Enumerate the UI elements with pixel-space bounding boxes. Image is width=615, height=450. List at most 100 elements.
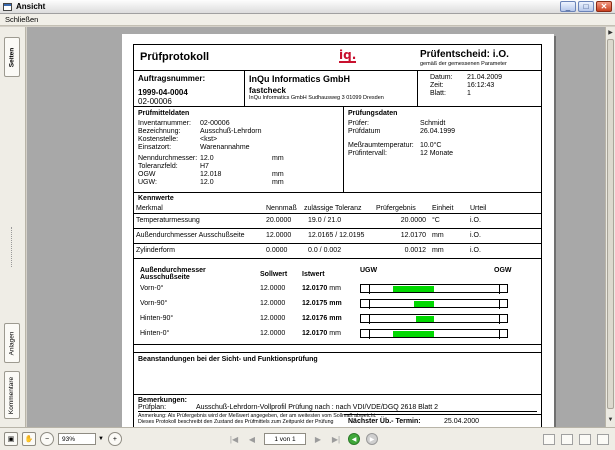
gauge-unit <box>272 163 302 171</box>
scroll-up-icon[interactable]: ▶ <box>606 29 615 38</box>
bar-tick <box>369 329 370 339</box>
remarks-section: Bemerkungen: Prüfplan: Ausschuß-Lehrdorn… <box>134 395 541 413</box>
table-cell: 12.0165 / 12.0195 <box>302 227 374 243</box>
table-row: Hinten-90° 12.0000 12.0176 mm <box>138 311 518 326</box>
next-page-icon[interactable]: ▶ <box>312 435 324 444</box>
last-page-icon[interactable]: ▶| <box>330 435 342 444</box>
status-bar: ▣ ✋ − 93% ▼ + |◀ ◀ 1 von 1 ▶ ▶| ◀ ▶ <box>0 427 615 450</box>
maximize-button[interactable]: □ <box>578 1 594 12</box>
gauge-key: Toleranzfeld: <box>138 163 178 170</box>
close-window-button[interactable]: ✕ <box>596 1 612 12</box>
actual-value: 12.0176 mm <box>302 315 342 322</box>
actual-value: 12.0170 <box>302 330 328 337</box>
tab-attachments[interactable]: Anlagen <box>4 323 20 363</box>
table-cell: 20.0000 <box>264 212 302 228</box>
side-panel: Seiten Anlagen Kommentare <box>0 27 26 427</box>
gauge-key: Nenndurchmesser: <box>138 155 198 162</box>
verdict-note: gemäß der gemessenen Parameter <box>420 61 507 67</box>
window-icon <box>3 2 12 11</box>
column-header: Merkmal <box>136 204 163 212</box>
meta-key: Datum: <box>430 74 453 81</box>
order-sub: 02-00006 <box>138 97 172 106</box>
table-cell: Hinten-0° <box>140 330 170 337</box>
actual-unit: mm <box>329 330 341 337</box>
characteristics-title: Kennwerte <box>138 195 174 202</box>
table-cell: 12.0170 mm <box>300 326 358 341</box>
bar-tick <box>369 314 370 324</box>
table-cell: 12.0170 mm <box>300 281 358 296</box>
tab-comments[interactable]: Kommentare <box>4 371 20 419</box>
order-number: 1999-04-0004 <box>138 88 188 97</box>
table-row: Vorn-0° 12.0000 12.0170 mm <box>138 281 518 296</box>
column-header: Einheit <box>432 204 454 212</box>
window-title: Ansicht <box>16 2 46 11</box>
company-logo: iq. <box>339 48 357 63</box>
test-plan-value: Ausschuß-Lehrdorn-Vollprofil Prüfung nac… <box>196 404 439 411</box>
gauge-unit <box>272 136 302 144</box>
minimize-button[interactable]: _ <box>560 1 576 12</box>
test-plan-row: Prüfplan: Ausschuß-Lehrdorn-Vollprofil P… <box>138 404 537 412</box>
test-plan-label: Prüfplan: <box>138 404 167 411</box>
test-data-title: Prüfungsdaten <box>348 110 398 117</box>
zoom-in-icon[interactable]: + <box>107 432 122 446</box>
vertical-scrollbar[interactable]: ▶ ▼ <box>605 27 615 427</box>
gauge-key: OGW <box>138 171 156 178</box>
table-cell: 0.0000 <box>264 242 302 258</box>
tolerance-bar <box>360 314 508 324</box>
panel-resize-grip[interactable] <box>11 227 14 267</box>
test-key: Prüfdatum <box>348 128 381 135</box>
gauge-value: 12.018 <box>200 171 222 178</box>
bar-tick <box>499 284 500 294</box>
gauge-unit: mm <box>272 155 284 162</box>
gauge-data-title: Prüfmitteldaten <box>138 110 190 117</box>
go-back-icon[interactable]: ◀ <box>348 433 360 445</box>
page-input[interactable]: 1 von 1 <box>264 433 306 445</box>
menu-item-close[interactable]: Schließen <box>5 15 38 24</box>
single-page-icon[interactable] <box>543 433 555 445</box>
view-mode-icons <box>543 433 609 445</box>
bar-tick <box>499 329 500 339</box>
hand-tool-icon[interactable]: ✋ <box>22 432 36 446</box>
table-header-row: Außendurchmesser Ausschußseite Sollwert … <box>138 267 518 281</box>
first-page-icon[interactable]: |◀ <box>228 435 240 444</box>
zoom-out-icon[interactable]: − <box>40 432 54 446</box>
bar-header: UGW OGW <box>358 267 518 281</box>
test-key: Meßraumtemperatur: <box>348 142 414 149</box>
bar-fill <box>413 301 434 307</box>
previous-page-icon[interactable]: ◀ <box>246 435 258 444</box>
table-row: Zylinderform 0.0000 0.0 / 0.002 0.0012 m… <box>134 242 541 258</box>
table-cell: i.O. <box>468 212 541 228</box>
table-row: Außendurchmesser Ausschußseite 12.0000 1… <box>134 227 541 243</box>
continuous-page-icon[interactable] <box>561 433 573 445</box>
toggle-panel-icon[interactable]: ▣ <box>4 432 18 446</box>
table-cell: Temperaturmessung <box>134 212 264 228</box>
page-navigation: |◀ ◀ 1 von 1 ▶ ▶| ◀ ▶ <box>228 433 378 445</box>
meta-value: 16:12:43 <box>467 82 495 89</box>
zoom-dropdown-icon[interactable]: ▼ <box>98 436 104 442</box>
gauge-value: 12.0 <box>200 179 214 186</box>
gauge-value: H7 <box>200 163 209 170</box>
column-header: zulässige Toleranz <box>304 204 362 212</box>
meta-cell: Datum: 21.04.2009 Zeit: 16:12:43 Blatt: 1 <box>418 71 541 106</box>
bar-tick <box>369 284 370 294</box>
table-cell: °C <box>430 212 468 228</box>
actual-value: 12.0170 <box>302 285 328 292</box>
zoom-input[interactable]: 93% <box>58 433 96 445</box>
column-header: Nennmaß <box>266 204 297 212</box>
table-row: Vorn-90° 12.0000 12.0175 mm <box>138 296 518 311</box>
gauge-key: Kostenstelle: <box>138 136 179 143</box>
continuous-facing-icon[interactable] <box>597 433 609 445</box>
scroll-down-icon[interactable]: ▼ <box>606 416 615 425</box>
gauge-unit: mm <box>272 179 284 186</box>
document-viewport: Prüfprotokoll iq. Prüfentscheid: i.O. ge… <box>27 27 605 427</box>
table-cell: 19.0 / 21.0 <box>302 212 374 228</box>
go-forward-icon[interactable]: ▶ <box>366 433 378 445</box>
facing-pages-icon[interactable] <box>579 433 591 445</box>
details-row: Prüfmitteldaten Inventarnummer: 02-00006 … <box>134 107 541 425</box>
lower-limit-label: UGW <box>360 267 378 274</box>
tab-pages[interactable]: Seiten <box>4 37 20 77</box>
upper-limit-label: OGW <box>494 267 512 274</box>
scroll-thumb[interactable] <box>607 39 614 409</box>
gauge-unit <box>272 128 302 136</box>
characteristics-table: Merkmal Nennmaß zulässige Toleranz Prüfe… <box>134 204 541 258</box>
